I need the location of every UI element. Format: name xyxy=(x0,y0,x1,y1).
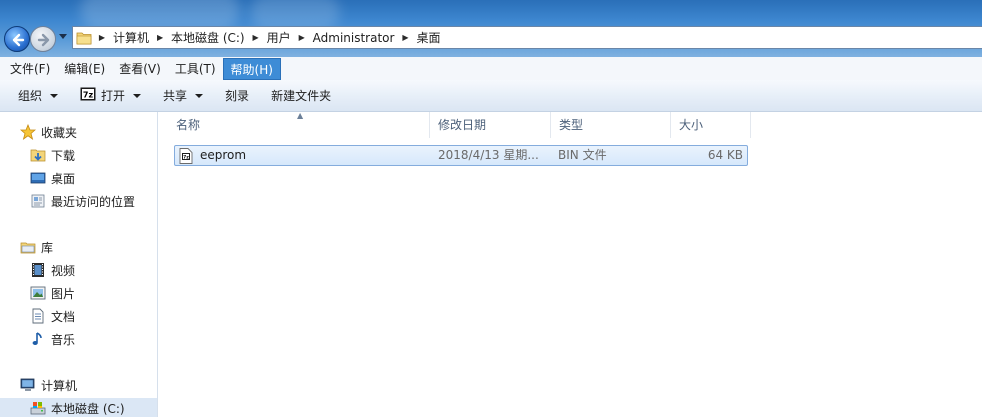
file-list: ▲ 名称 修改日期 类型 大小 7z eeprom 2018/4/13 星期..… xyxy=(159,112,982,417)
breadcrumb-computer[interactable]: 计算机 xyxy=(109,29,153,46)
file-size: 64 KB xyxy=(707,148,743,162)
file-name-cell: 7z eeprom xyxy=(179,146,246,165)
arrow-left-icon xyxy=(12,33,25,47)
nav-item-label: 下载 xyxy=(51,148,76,163)
svg-text:7z: 7z xyxy=(83,91,94,100)
file-modified: 2018/4/13 星期... xyxy=(438,148,539,162)
menu-help[interactable]: 帮助(H) xyxy=(222,57,281,80)
file-row[interactable]: 7z eeprom 2018/4/13 星期... BIN 文件 64 KB xyxy=(174,145,748,166)
hard-drive-icon xyxy=(30,400,46,416)
burn-button[interactable]: 刻录 xyxy=(217,84,257,108)
recent-places-icon xyxy=(30,193,46,209)
chevron-right-icon[interactable]: ▶ xyxy=(153,33,167,42)
menu-edit[interactable]: 编辑(E) xyxy=(57,58,112,80)
column-header-size[interactable]: 大小 xyxy=(671,112,751,138)
nav-item-label: 文档 xyxy=(51,309,76,324)
nav-item-documents[interactable]: 文档 xyxy=(0,306,157,326)
nav-favorites-label: 收藏夹 xyxy=(41,125,78,140)
computer-icon xyxy=(20,377,36,393)
chevron-right-icon[interactable]: ▶ xyxy=(95,33,109,42)
nav-item-label: 视频 xyxy=(51,263,76,278)
file-name: eeprom xyxy=(200,148,247,162)
download-folder-icon xyxy=(30,147,46,163)
burn-label: 刻录 xyxy=(225,89,250,103)
nav-item-label: 图片 xyxy=(51,286,76,301)
menu-bar: 文件(F) 编辑(E) 查看(V) 工具(T) 帮助(H) xyxy=(0,57,982,80)
nav-item-videos[interactable]: 视频 xyxy=(0,260,157,280)
nav-item-recent-places[interactable]: 最近访问的位置 xyxy=(0,191,157,211)
chevron-down-icon xyxy=(195,93,204,98)
video-icon xyxy=(30,262,46,278)
organize-button[interactable]: 组织 xyxy=(10,84,66,108)
chevron-down-icon xyxy=(133,93,142,98)
file-type: BIN 文件 xyxy=(558,148,607,162)
new-folder-label: 新建文件夹 xyxy=(271,89,332,103)
address-bar[interactable]: ▶ 计算机 ▶ 本地磁盘 (C:) ▶ 用户 ▶ Administrator ▶… xyxy=(72,26,982,49)
column-header-name[interactable]: 名称 xyxy=(168,112,430,138)
nav-libraries[interactable]: 库 xyxy=(0,237,157,257)
library-icon xyxy=(20,239,36,255)
nav-item-label: 音乐 xyxy=(51,332,76,347)
nav-item-local-disk[interactable]: 本地磁盘 (C:) xyxy=(0,398,157,417)
nav-libraries-label: 库 xyxy=(41,240,54,255)
breadcrumb-administrator[interactable]: Administrator xyxy=(309,31,399,45)
nav-computer-label: 计算机 xyxy=(41,378,78,393)
folder-icon xyxy=(73,27,95,48)
command-bar: 组织 7z 打开 共享 刻录 新建文件夹 xyxy=(0,80,982,112)
share-button[interactable]: 共享 xyxy=(155,84,211,108)
window-title-bar: ▶ 计算机 ▶ 本地磁盘 (C:) ▶ 用户 ▶ Administrator ▶… xyxy=(0,0,982,57)
column-header-modified[interactable]: 修改日期 xyxy=(430,112,551,138)
music-note-icon xyxy=(30,331,46,347)
chevron-right-icon[interactable]: ▶ xyxy=(249,33,263,42)
organize-label: 组织 xyxy=(18,89,43,103)
svg-text:7z: 7z xyxy=(183,154,189,160)
open-label: 打开 xyxy=(101,89,126,103)
chevron-down-icon xyxy=(50,93,59,98)
chevron-right-icon[interactable]: ▶ xyxy=(398,33,412,42)
forward-button[interactable] xyxy=(30,26,56,52)
nav-item-label: 最近访问的位置 xyxy=(51,194,136,209)
breadcrumb-users[interactable]: 用户 xyxy=(263,29,295,46)
nav-item-pictures[interactable]: 图片 xyxy=(0,283,157,303)
7zip-icon: 7z xyxy=(80,87,96,104)
navigation-pane: 收藏夹 下载 桌面 最近访问的位置 库 视频 图片 文档 音乐 计算机 本地磁盘… xyxy=(0,112,158,417)
star-icon xyxy=(20,124,36,140)
arrow-right-icon xyxy=(37,33,50,47)
menu-file[interactable]: 文件(F) xyxy=(3,58,57,80)
menu-view[interactable]: 查看(V) xyxy=(112,58,168,80)
menu-tools[interactable]: 工具(T) xyxy=(168,58,223,80)
new-folder-button[interactable]: 新建文件夹 xyxy=(263,84,339,108)
7zip-file-icon: 7z xyxy=(179,147,193,164)
breadcrumb-desktop[interactable]: 桌面 xyxy=(412,29,444,46)
nav-favorites[interactable]: 收藏夹 xyxy=(0,122,157,142)
nav-item-music[interactable]: 音乐 xyxy=(0,329,157,349)
nav-item-label: 桌面 xyxy=(51,171,76,186)
nav-item-desktop[interactable]: 桌面 xyxy=(0,168,157,188)
share-label: 共享 xyxy=(163,89,188,103)
recent-pages-dropdown[interactable] xyxy=(59,34,67,39)
desktop-icon xyxy=(30,170,46,186)
breadcrumb-local-disk[interactable]: 本地磁盘 (C:) xyxy=(167,29,249,46)
picture-icon xyxy=(30,285,46,301)
back-button[interactable] xyxy=(4,26,30,52)
nav-item-label: 本地磁盘 (C:) xyxy=(51,401,125,416)
chevron-right-icon[interactable]: ▶ xyxy=(295,33,309,42)
column-header-type[interactable]: 类型 xyxy=(551,112,671,138)
open-button[interactable]: 7z 打开 xyxy=(72,84,149,108)
nav-item-downloads[interactable]: 下载 xyxy=(0,145,157,165)
nav-computer[interactable]: 计算机 xyxy=(0,375,157,395)
document-icon xyxy=(30,308,46,324)
